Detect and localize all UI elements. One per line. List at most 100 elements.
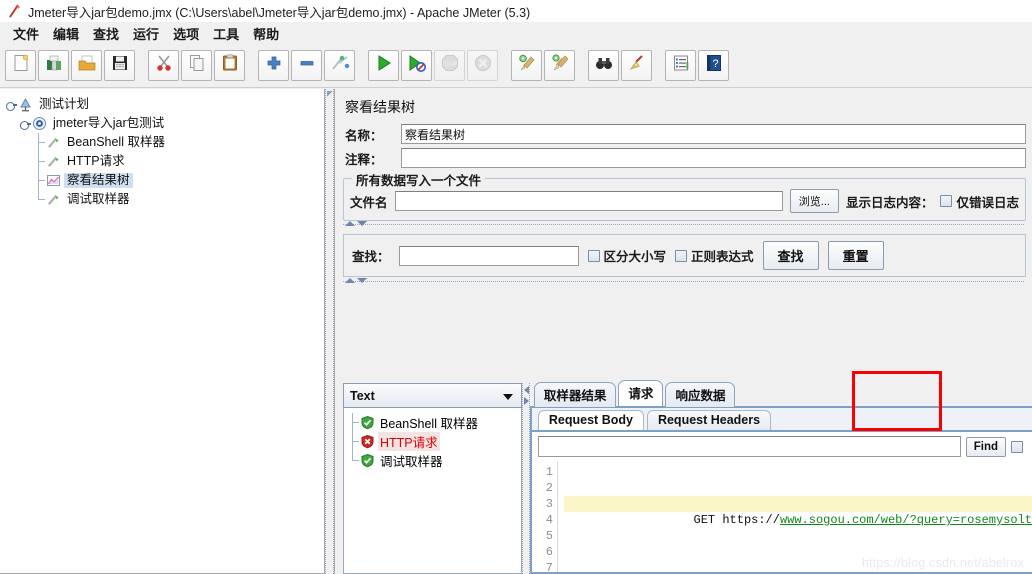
menu-edit[interactable]: 编辑 <box>46 23 86 44</box>
test-plan-tree[interactable]: 测试计划 jmeter导入jar包测试 BeanShell 取样器 HTTP请求… <box>0 89 324 209</box>
code-line: GET https://www.sogou.com/web/?query=ros… <box>563 496 1032 527</box>
search-button[interactable] <box>588 50 619 81</box>
filename-input[interactable] <box>394 191 783 211</box>
tab-request[interactable]: 请求 <box>618 380 664 406</box>
code-find-button[interactable]: Find <box>965 436 1006 457</box>
errors-only-checkbox-wrap[interactable]: 仅错误日志 <box>940 192 1019 211</box>
tree-node-http-request[interactable]: HTTP请求 <box>4 152 324 171</box>
list-icon <box>671 53 691 78</box>
open-button[interactable] <box>71 50 102 81</box>
menu-tools[interactable]: 工具 <box>206 23 246 44</box>
menu-run[interactable]: 运行 <box>126 23 166 44</box>
cut-button[interactable] <box>148 50 179 81</box>
tab-sampler-result[interactable]: 取样器结果 <box>533 382 617 407</box>
line-number: 6 <box>545 545 553 559</box>
reset-search-button[interactable] <box>621 50 652 81</box>
code-find-case-checkbox[interactable] <box>1011 440 1023 453</box>
find-button[interactable]: 查找 <box>762 241 819 270</box>
result-item-beanshell[interactable]: BeanShell 取样器 <box>346 413 521 432</box>
browse-button[interactable]: 浏览... <box>789 189 839 213</box>
line-number: 3 <box>545 497 553 511</box>
regex-checkbox[interactable] <box>675 249 688 262</box>
sampler-icon <box>45 135 62 151</box>
upper-collapse-splitter[interactable] <box>343 221 1024 232</box>
collapse-up-icon[interactable] <box>345 278 355 283</box>
menu-bar: 文件 编辑 查找 运行 选项 工具 帮助 <box>0 22 1032 44</box>
clear-button[interactable] <box>511 50 542 81</box>
regex-label: 正则表达式 <box>691 250 754 264</box>
function-helper-button[interactable] <box>665 50 696 81</box>
tree-node-label: BeanShell 取样器 <box>67 135 165 149</box>
jmeter-feather-icon <box>6 3 24 19</box>
code-lines[interactable]: GET https://www.sogou.com/web/?query=ros… <box>558 461 1032 572</box>
jmeter-window: Jmeter导入jar包demo.jmx (C:\Users\abel\Jmet… <box>0 0 1032 574</box>
new-button[interactable] <box>5 50 36 81</box>
success-shield-icon <box>359 415 376 431</box>
comment-input[interactable] <box>401 148 1026 168</box>
copy-button[interactable] <box>181 50 212 81</box>
result-item-debug-sampler[interactable]: 调试取样器 <box>346 451 521 470</box>
result-item-http-request[interactable]: HTTP请求 <box>346 432 521 451</box>
toolbar-separator-5 <box>576 65 587 66</box>
line-number: 2 <box>545 481 553 495</box>
collapse-down-icon[interactable] <box>357 221 367 226</box>
templates-icon <box>44 53 64 78</box>
tree-node-debug-sampler[interactable]: 调试取样器 <box>4 190 324 209</box>
results-splitter[interactable] <box>522 383 530 574</box>
success-shield-icon <box>359 453 376 469</box>
sampler-icon <box>45 154 62 170</box>
thread-group-icon <box>31 116 48 132</box>
main-splitter[interactable] <box>325 89 334 574</box>
request-body-code[interactable]: 1 2 3 4 5 6 7 GET https://www.sogou.com/… <box>531 461 1032 572</box>
splitter-arrows[interactable] <box>345 221 367 226</box>
collapse-down-icon[interactable] <box>357 278 367 283</box>
play-green-icon <box>374 53 394 78</box>
tree-node-thread-group[interactable]: jmeter导入jar包测试 <box>4 114 324 133</box>
menu-help[interactable]: 帮助 <box>246 23 286 44</box>
regex-checkbox-wrap[interactable]: 正则表达式 <box>675 246 754 265</box>
filename-row: 文件名 浏览... 显示日志内容： 仅错误日志 <box>350 189 1019 213</box>
tab-response-data[interactable]: 响应数据 <box>665 382 736 407</box>
save-button[interactable] <box>104 50 135 81</box>
templates-button[interactable] <box>38 50 69 81</box>
expand-handle-icon[interactable] <box>4 98 17 111</box>
help-button[interactable]: ? <box>698 50 729 81</box>
element-editor-panel: 察看结果树 名称： 注释： 所有数据写入一个文件 文件名 浏览... 显示日志内… <box>334 89 1032 574</box>
case-sensitive-checkbox-wrap[interactable]: 区分大小写 <box>587 246 667 265</box>
search-input[interactable] <box>398 245 579 266</box>
case-sensitive-label: 区分大小写 <box>603 250 667 264</box>
reset-button[interactable]: 重置 <box>827 241 884 270</box>
chevron-down-icon[interactable] <box>503 394 514 400</box>
menu-options[interactable]: 选项 <box>166 23 206 44</box>
stop-button: STOP <box>434 50 465 81</box>
toggle-button[interactable] <box>324 50 355 81</box>
results-tree[interactable]: BeanShell 取样器 HTTP请求 调试取样器 <box>343 408 523 574</box>
lower-collapse-splitter[interactable] <box>343 278 1024 289</box>
render-selector[interactable]: Text <box>343 383 523 408</box>
menu-search[interactable]: 查找 <box>86 23 126 44</box>
name-input[interactable] <box>401 124 1026 144</box>
splitter-arrows[interactable] <box>345 278 367 283</box>
expand-handle-icon[interactable] <box>18 117 31 130</box>
start-button[interactable] <box>368 50 399 81</box>
tree-node-beanshell-sampler[interactable]: BeanShell 取样器 <box>4 133 324 152</box>
clear-all-button[interactable] <box>544 50 575 81</box>
filename-label: 文件名 <box>350 195 388 210</box>
code-find-input[interactable] <box>537 436 961 457</box>
tree-node-test-plan[interactable]: 测试计划 <box>4 95 324 114</box>
collapse-all-button[interactable] <box>291 50 322 81</box>
case-sensitive-checkbox[interactable] <box>587 249 600 262</box>
log-display-label: 显示日志内容： <box>845 195 934 210</box>
menu-file[interactable]: 文件 <box>6 23 46 44</box>
collapse-up-icon[interactable] <box>345 221 355 226</box>
errors-only-checkbox[interactable] <box>940 195 953 207</box>
tree-node-view-results-tree[interactable]: 察看结果树 <box>4 171 324 190</box>
paste-button[interactable] <box>214 50 245 81</box>
expand-all-button[interactable] <box>258 50 289 81</box>
tab-request-body[interactable]: Request Body <box>537 410 644 430</box>
tab-request-headers[interactable]: Request Headers <box>646 410 772 430</box>
start-no-timers-button[interactable] <box>401 50 432 81</box>
tree-guide <box>32 190 45 209</box>
window-title: Jmeter导入jar包demo.jmx (C:\Users\abel\Jmet… <box>28 5 531 20</box>
code-url-segment[interactable]: www.sogou.com/web/?query=rosemysolt <box>780 513 1032 527</box>
